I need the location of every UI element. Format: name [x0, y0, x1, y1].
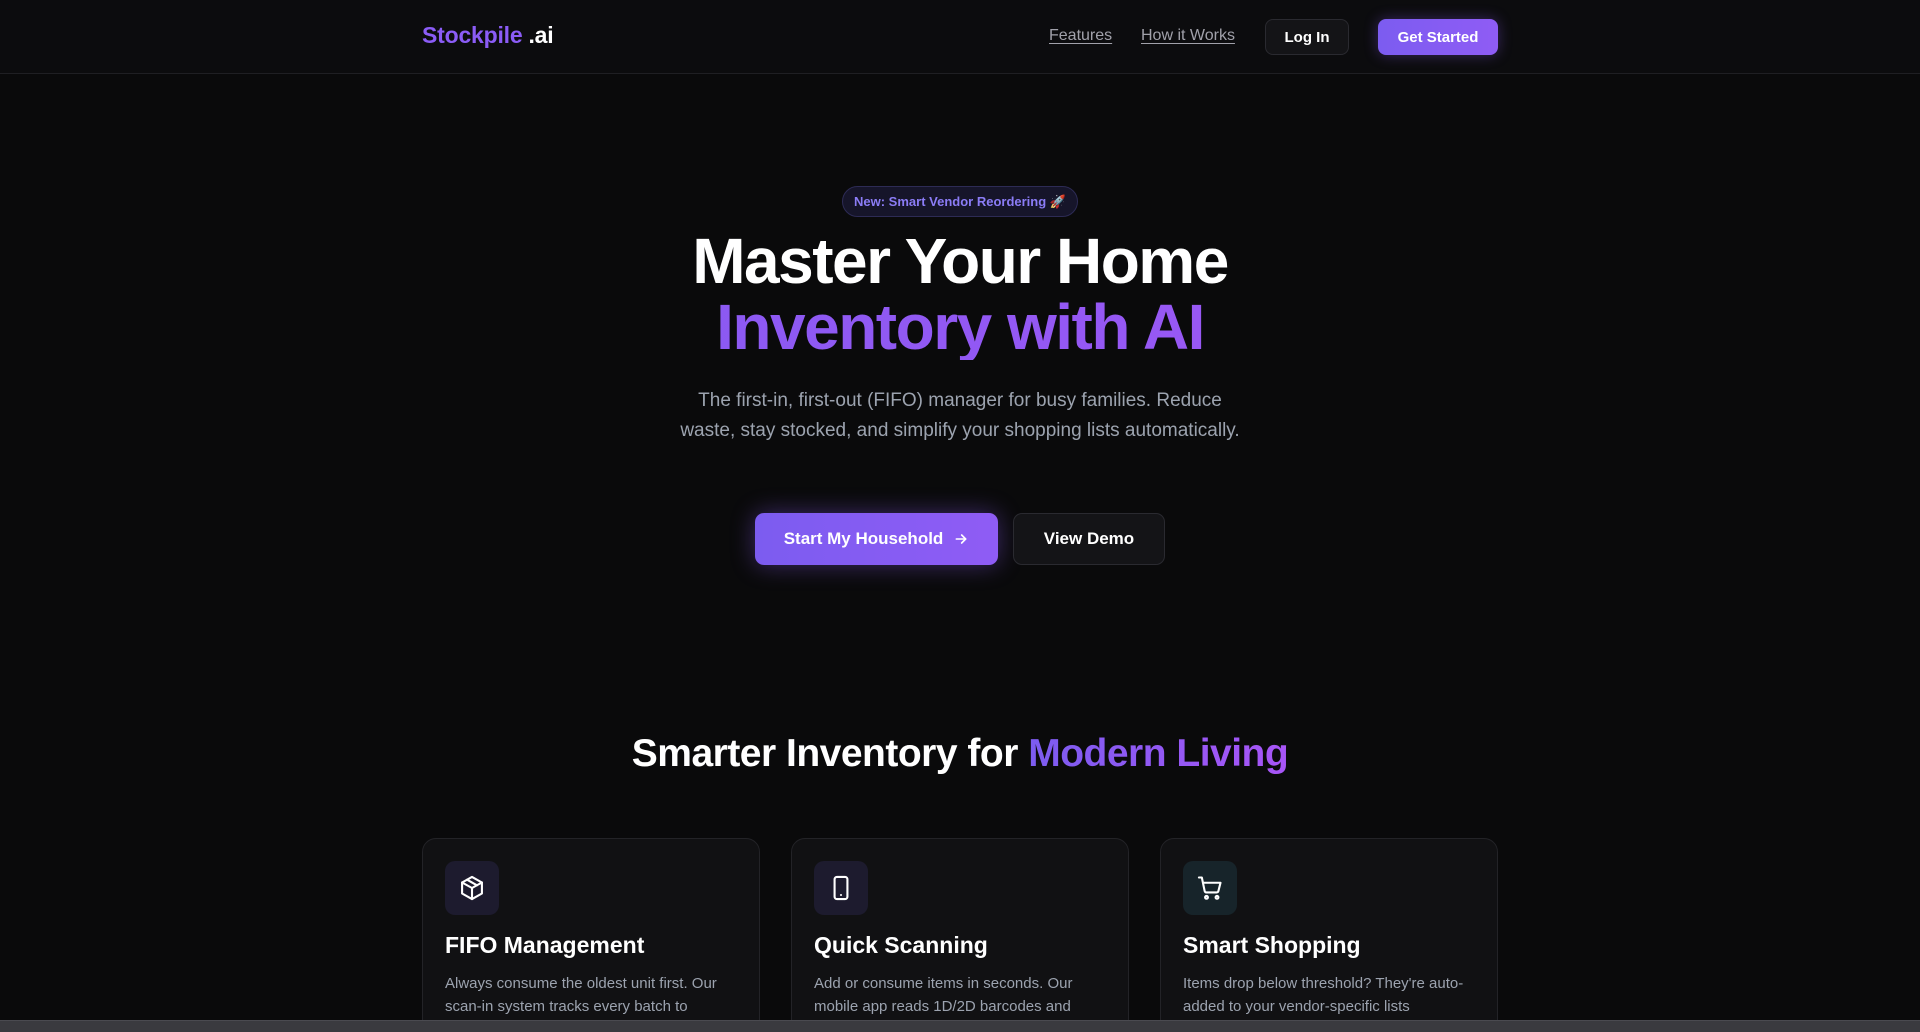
announcement-badge[interactable]: New: Smart Vendor Reordering 🚀 — [842, 186, 1078, 217]
login-button[interactable]: Log In — [1265, 19, 1349, 55]
cart-icon — [1183, 861, 1237, 915]
brand-name: Stockpile — [422, 22, 523, 48]
feature-card-title: FIFO Management — [445, 932, 645, 958]
nav-link-how-it-works[interactable]: How it Works — [1141, 27, 1235, 45]
feature-card-title: Quick Scanning — [814, 932, 988, 958]
feature-card-scanning: Quick Scanning Add or consume items in s… — [791, 838, 1129, 1032]
hero-title-line-1: Master Your Home — [692, 225, 1229, 297]
nav-link-features[interactable]: Features — [1049, 27, 1112, 45]
top-navbar: Stockpile .ai Features How it Works Log I… — [0, 0, 1920, 74]
features-title-accent: Modern Living — [1028, 732, 1289, 775]
hero-title: Master Your Home Inventory with AI — [0, 228, 1920, 360]
start-household-button[interactable]: Start My Household — [755, 513, 998, 565]
feature-card-desc: Add or consume items in seconds. Our mob… — [814, 975, 1073, 1015]
feature-card-desc: Always consume the oldest unit first. Ou… — [445, 975, 717, 1015]
hero-title-line-2: Inventory with AI — [0, 294, 1920, 360]
view-demo-button[interactable]: View Demo — [1013, 513, 1165, 565]
box-icon — [445, 861, 499, 915]
brand-logo[interactable]: Stockpile .ai — [422, 22, 554, 49]
feature-card-shopping: Smart Shopping Items drop below threshol… — [1160, 838, 1498, 1032]
smartphone-icon — [814, 861, 868, 915]
hero-subtitle: The first-in, first-out (FIFO) manager f… — [680, 390, 1240, 441]
get-started-button[interactable]: Get Started — [1378, 19, 1498, 55]
feature-card-desc: Items drop below threshold? They're auto… — [1183, 975, 1464, 1015]
features-title-plain: Smarter Inventory for — [631, 732, 1029, 775]
horizontal-scrollbar[interactable] — [0, 1020, 1920, 1032]
feature-card-fifo: FIFO Management Always consume the oldes… — [422, 838, 760, 1032]
brand-suffix: .ai — [528, 22, 554, 48]
features-section-title: Smarter Inventory for Modern Living — [0, 732, 1920, 776]
start-household-label: Start My Household — [783, 529, 944, 548]
feature-card-title: Smart Shopping — [1183, 932, 1361, 958]
arrow-right-icon — [953, 531, 969, 547]
landing-page: Stockpile .ai Features How it Works Log I… — [0, 0, 1920, 1032]
